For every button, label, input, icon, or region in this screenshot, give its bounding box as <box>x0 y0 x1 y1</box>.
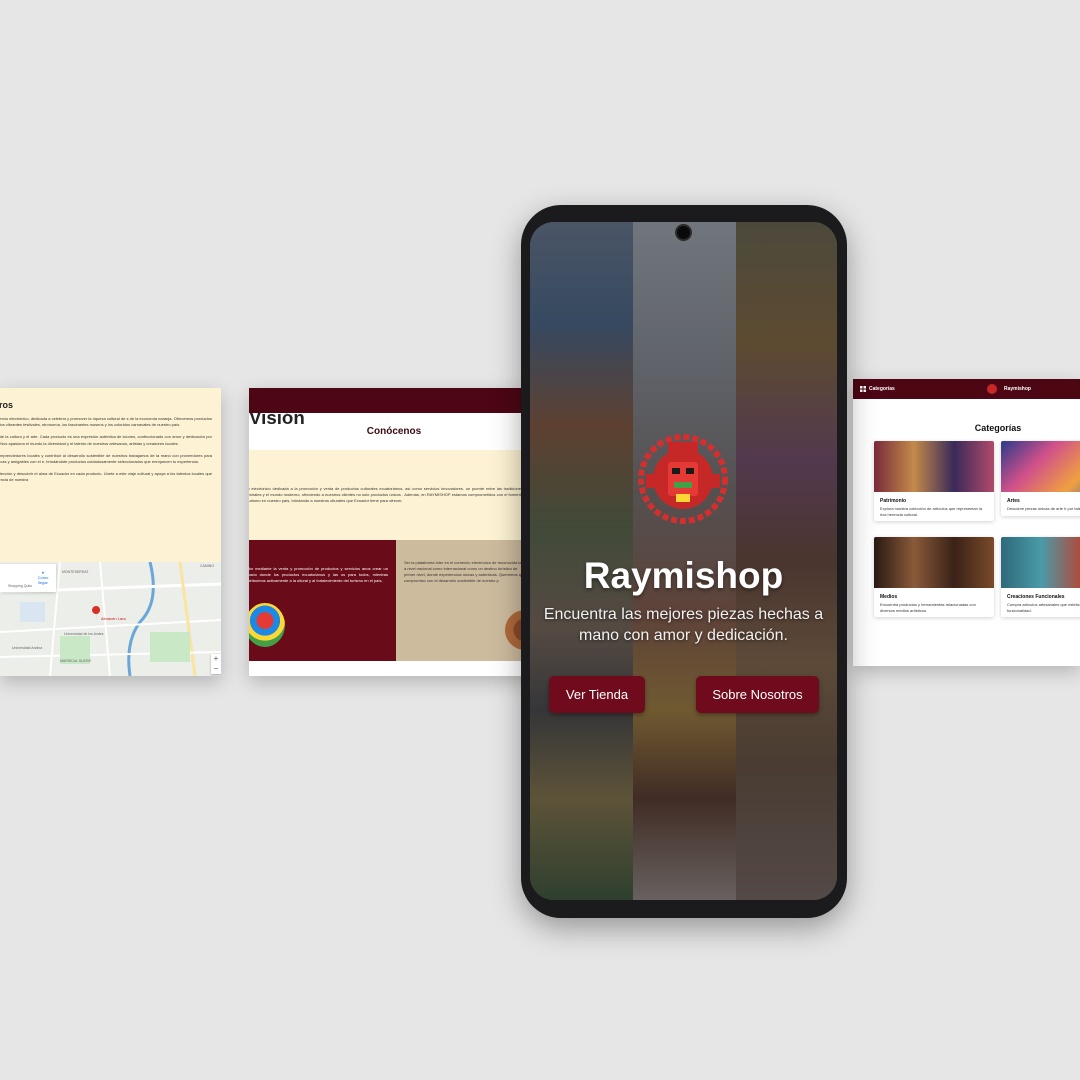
know-title: Conócenos <box>366 426 422 437</box>
categories-title: Categorías <box>974 423 1022 433</box>
mision-text: uador mediante la venta y promoción de p… <box>249 566 388 583</box>
zoom-out-button[interactable]: − <box>211 664 221 674</box>
map-street-label: Shopping Quito <box>8 584 33 588</box>
directions-button[interactable]: ➤ Cómo llegar <box>36 570 50 585</box>
vision-text: Ser la plataforma líder en el comercio e… <box>404 560 528 583</box>
category-card-creaciones[interactable]: Creaciones Funcionales Compra artículos … <box>1001 537 1080 617</box>
map-street-label: MONTESERRAT <box>62 570 89 574</box>
category-name: Medios <box>880 594 898 600</box>
category-card-patrimonio[interactable]: Patrimonio Explora nuestra colección de … <box>874 441 994 521</box>
know-header-bar <box>249 388 539 413</box>
category-desc: Encuentra productos y herramientas relac… <box>880 602 976 613</box>
category-image <box>874 441 994 492</box>
category-desc: Explora nuestra colección de artículos q… <box>880 506 983 517</box>
map-pin-label: Almacén Lara <box>101 616 126 621</box>
category-card-medios[interactable]: Medios Encuentra productos y herramienta… <box>874 537 994 617</box>
know-intro-text: ercio electrónico dedicada a la promoció… <box>249 486 523 503</box>
map-street-label: Universidad Andina <box>12 646 43 650</box>
about-us-card: osotros uestra tienda de comercio electr… <box>0 388 221 676</box>
phone-screen: Raymishop Encuentra las mejores piezas h… <box>530 222 837 900</box>
map-street-label: MARISCAL SUCRE <box>60 659 91 663</box>
brand-logo-icon[interactable] <box>987 384 997 394</box>
about-title: osotros <box>0 400 14 410</box>
about-paragraph: os en apoyar a los emprendedores locales… <box>0 452 212 465</box>
nav-categories-link[interactable]: Categorías <box>869 386 895 392</box>
category-name: Artes <box>1007 498 1020 504</box>
zoom-in-button[interactable]: + <box>211 654 221 664</box>
map-street-label: CAMINO <box>200 564 214 568</box>
category-image <box>874 537 994 588</box>
map-street-label: Universidad de los Andes <box>64 632 104 636</box>
location-map[interactable]: ➤ Cómo llegar Almacén Lara MONTESERRAT S… <box>0 562 221 676</box>
raymishop-logo-icon <box>638 434 728 524</box>
category-desc: Compra artículos artesanales que estétic… <box>1007 602 1080 613</box>
front-camera <box>677 226 690 239</box>
phone-mockup: Raymishop Encuentra las mejores piezas h… <box>521 205 847 918</box>
category-image <box>1001 441 1080 492</box>
view-store-button[interactable]: Ver Tienda <box>549 676 645 713</box>
categories-nav-bar: Categorías Raymishop <box>853 379 1080 399</box>
about-paragraph: a explorar nuestra colección y descubrir… <box>0 471 212 483</box>
directions-label: Cómo llegar <box>37 575 49 585</box>
grid-icon[interactable] <box>860 386 866 392</box>
map-zoom-control[interactable]: + − <box>211 654 221 674</box>
category-desc: Descubre piezas únicas de arte h por tal… <box>1007 506 1080 511</box>
nav-brand-link[interactable]: Raymishop <box>1004 386 1031 392</box>
about-body: uestra tienda de comercio electrónico, d… <box>0 416 212 490</box>
about-us-button[interactable]: Sobre Nosotros <box>696 676 819 713</box>
category-image <box>1001 537 1080 588</box>
category-card-artes[interactable]: Artes Descubre piezas únicas de arte h p… <box>1001 441 1080 516</box>
know-us-card: Conócenos ercio electrónico dedicada a l… <box>249 388 539 676</box>
about-paragraph: poder transformador de la cultura y el a… <box>0 434 212 446</box>
about-paragraph: uestra tienda de comercio electrónico, d… <box>0 416 212 428</box>
hero-subtitle: Encuentra las mejores piezas hechas a ma… <box>543 606 824 644</box>
hero-title: Raymishop <box>583 555 784 596</box>
category-name: Creaciones Funcionales <box>1007 594 1065 600</box>
category-name: Patrimonio <box>880 498 907 504</box>
categories-card: Categorías Raymishop Categorías Patrimon… <box>853 379 1080 666</box>
